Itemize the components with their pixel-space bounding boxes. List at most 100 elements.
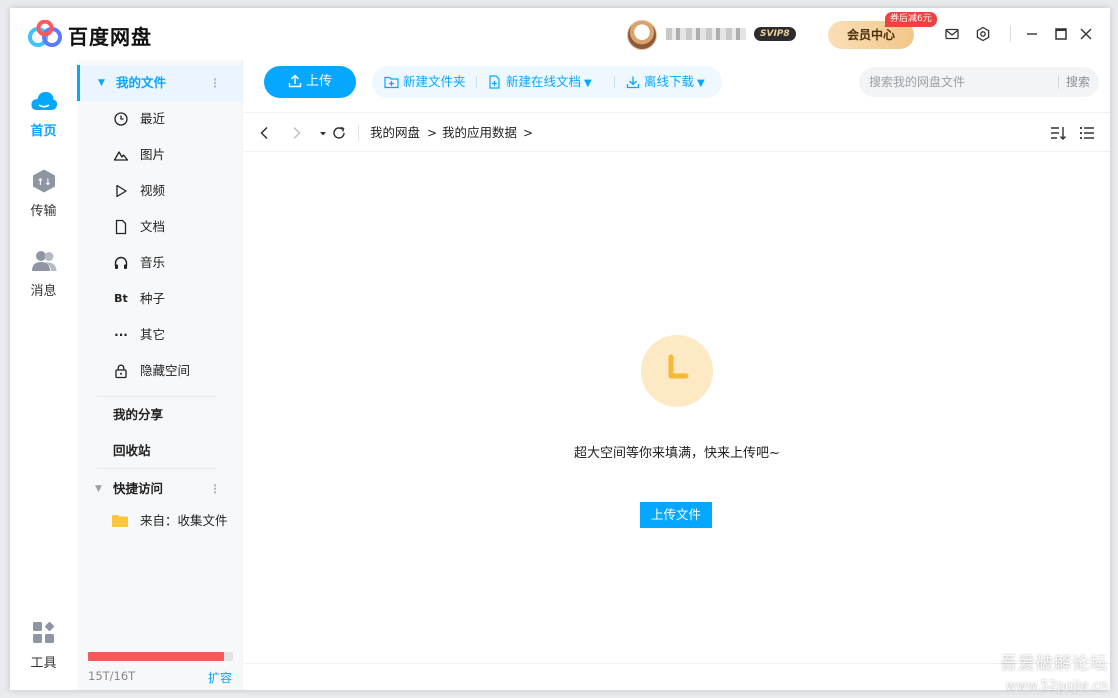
sidebar-item-images[interactable]: 图片 xyxy=(77,137,243,173)
sidebar-divider xyxy=(97,468,217,469)
sidebar-item-others[interactable]: ··· 其它 xyxy=(77,317,243,353)
nav-messages[interactable]: 消息 xyxy=(10,248,77,299)
new-doc-icon xyxy=(489,75,500,89)
watermark-url: www.52pojie.cn xyxy=(1005,679,1108,694)
upload-button[interactable]: 上传 xyxy=(264,66,356,98)
nav-transfer[interactable]: ↑↓ 传输 xyxy=(10,168,77,219)
window-controls-separator xyxy=(1010,26,1011,42)
sidebar-item-videos[interactable]: 视频 xyxy=(77,173,243,209)
offline-download-label: 离线下载 xyxy=(644,74,695,89)
nav-tools-label: 工具 xyxy=(30,656,57,671)
sidebar: ▼ 我的文件 ⋮ 最近 图片 视频 文档 音乐 Bt 种子 ··· 其它 隐藏空… xyxy=(77,60,243,690)
sidebar-item-label: 视频 xyxy=(140,183,166,198)
transfer-icon: ↑↓ xyxy=(32,169,55,193)
storage-usage-bar xyxy=(88,652,233,661)
mail-icon[interactable] xyxy=(944,26,960,42)
settings-icon[interactable] xyxy=(975,26,991,42)
sidebar-item-my-share[interactable]: 我的分享 xyxy=(77,397,243,433)
lock-icon xyxy=(115,364,127,379)
toolbar-actions: 新建文件夹 新建在线文档 ▼ 离线下载 ▼ xyxy=(372,66,722,98)
bt-icon: Bt xyxy=(114,292,128,305)
nav-tools[interactable]: 工具 xyxy=(10,620,77,671)
new-folder-button[interactable]: 新建文件夹 xyxy=(384,66,466,98)
more-vertical-icon[interactable]: ⋮ xyxy=(209,65,221,101)
sidebar-item-label: 最近 xyxy=(140,111,166,126)
sidebar-item-hidden-space[interactable]: 隐藏空间 xyxy=(77,353,243,389)
chevron-down-icon: ▼ xyxy=(584,78,592,89)
maximize-icon[interactable] xyxy=(1053,26,1069,42)
upload-button-label: 上传 xyxy=(305,74,332,89)
new-online-doc-label: 新建在线文档 xyxy=(506,74,582,89)
back-icon[interactable] xyxy=(256,124,274,142)
storage-usage-text: 15T/16T xyxy=(88,669,136,683)
refresh-icon[interactable] xyxy=(330,124,348,142)
sidebar-item-label: 我的分享 xyxy=(113,407,164,422)
doc-icon xyxy=(115,219,127,235)
username-blurred[interactable] xyxy=(666,28,746,40)
sidebar-item-recycle-bin[interactable]: 回收站 xyxy=(77,433,243,469)
upload-icon xyxy=(288,74,302,88)
sidebar-item-docs[interactable]: 文档 xyxy=(77,209,243,245)
sidebar-item-my-files[interactable]: ▼ 我的文件 ⋮ xyxy=(77,65,243,101)
nav-home-label: 首页 xyxy=(30,124,57,139)
search-button[interactable]: 搜索 xyxy=(1066,67,1090,97)
sidebar-item-label: 文档 xyxy=(140,219,166,234)
sidebar-item-label: 其它 xyxy=(140,327,166,342)
folder-icon xyxy=(112,515,128,527)
svip-badge: SVIP8 xyxy=(754,27,796,41)
breadcrumb-separator: > xyxy=(427,126,438,140)
image-icon xyxy=(113,151,129,161)
breadcrumb-item[interactable]: 我的应用数据 xyxy=(442,113,517,153)
path-navigation-bar: 我的网盘 > 我的应用数据 > xyxy=(244,112,1110,152)
history-dropdown-icon[interactable] xyxy=(318,124,328,142)
new-online-doc-button[interactable]: 新建在线文档 ▼ xyxy=(488,66,592,98)
toolbar-separator xyxy=(614,76,615,88)
upload-file-button[interactable]: 上传文件 xyxy=(640,502,712,528)
sort-icon[interactable] xyxy=(1049,124,1067,142)
new-folder-icon xyxy=(384,76,399,89)
offline-download-button[interactable]: 离线下载 ▼ xyxy=(626,66,705,98)
expand-storage-link[interactable]: 扩容 xyxy=(208,669,232,686)
left-nav: 首页 ↑↓ 传输 消息 工具 xyxy=(10,60,77,690)
sidebar-item-torrents[interactable]: Bt 种子 xyxy=(77,281,243,317)
sidebar-item-recent[interactable]: 最近 xyxy=(77,101,243,137)
nav-transfer-label: 传输 xyxy=(30,204,57,219)
clock-icon xyxy=(668,354,689,379)
toolbar-separator xyxy=(476,76,477,88)
app-title: 百度网盘 xyxy=(68,25,152,49)
search-box: 搜索 xyxy=(859,67,1099,97)
search-separator xyxy=(1058,75,1059,89)
sidebar-item-label: 快捷访问 xyxy=(113,481,164,496)
empty-state-icon xyxy=(641,335,713,407)
nav-messages-label: 消息 xyxy=(30,284,57,299)
coupon-badge: 券后减6元 xyxy=(885,12,937,27)
sidebar-item-collected-files[interactable]: 来自：收集文件 xyxy=(77,503,243,539)
svg-text:↑↓: ↑↓ xyxy=(36,178,51,188)
sidebar-item-label: 音乐 xyxy=(140,255,166,270)
sidebar-item-quick-access[interactable]: ▼ 快捷访问 ⋮ xyxy=(77,471,243,507)
sidebar-item-label: 隐藏空间 xyxy=(140,363,191,378)
search-input[interactable] xyxy=(869,73,1049,91)
empty-state-message: 超大空间等你来填满，快来上传吧~ xyxy=(574,446,780,461)
breadcrumb-item[interactable]: 我的网盘 xyxy=(370,113,420,153)
main-panel: 上传 新建文件夹 新建在线文档 ▼ 离线下载 ▼ 搜索我的网盘文件 搜索 我的网… xyxy=(244,60,1110,690)
caret-down-icon[interactable]: ▼ xyxy=(98,65,105,101)
more-vertical-icon[interactable]: ⋮ xyxy=(209,471,221,507)
forward-icon[interactable] xyxy=(287,124,305,142)
avatar[interactable] xyxy=(627,20,657,50)
close-icon[interactable] xyxy=(1078,26,1094,42)
breadcrumb-separator: > xyxy=(523,126,534,140)
sidebar-item-label: 回收站 xyxy=(113,443,151,458)
clock-icon xyxy=(114,112,128,126)
headphone-icon xyxy=(114,256,128,269)
baidu-netdisk-logo xyxy=(28,20,62,47)
nav-home[interactable]: 首页 xyxy=(10,88,77,139)
caret-down-icon[interactable]: ▼ xyxy=(95,471,102,507)
list-view-icon[interactable] xyxy=(1078,124,1096,142)
download-icon xyxy=(626,76,640,89)
chevron-down-icon: ▼ xyxy=(697,78,705,89)
tools-icon xyxy=(32,621,54,643)
sidebar-item-music[interactable]: 音乐 xyxy=(77,245,243,281)
sidebar-item-label: 图片 xyxy=(140,147,166,162)
minimize-icon[interactable] xyxy=(1024,26,1040,42)
